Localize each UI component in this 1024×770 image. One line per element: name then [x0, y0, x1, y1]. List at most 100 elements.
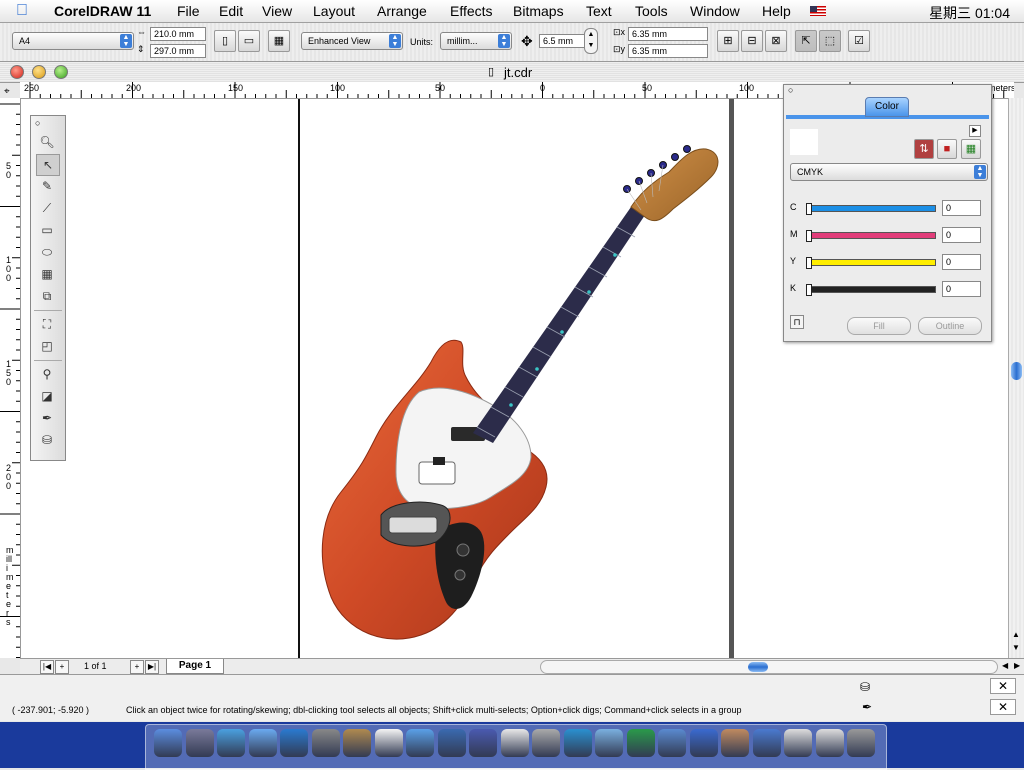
app-icon[interactable] — [752, 729, 781, 757]
menu-layout[interactable]: Layout — [313, 3, 355, 19]
network-folder-icon[interactable] — [658, 729, 686, 757]
outline-button[interactable]: Outline — [918, 317, 982, 335]
addressbook-icon[interactable] — [343, 729, 371, 757]
freehand-tool[interactable]: ✎ — [36, 176, 58, 196]
horizontal-scroll-thumb[interactable] — [748, 662, 768, 672]
menu-view[interactable]: View — [262, 3, 292, 19]
color-sliders-button[interactable]: ⇅ — [914, 139, 934, 159]
view-mode-select[interactable]: Enhanced View ▲ ▼ — [301, 32, 403, 50]
nudge-stepper[interactable]: ▲ ▼ — [584, 28, 598, 54]
snap-objects-button[interactable]: ⊠ — [765, 30, 787, 52]
duplicate-y-field[interactable]: 6.35 mm — [628, 44, 708, 58]
pick-tool[interactable]: ↖ — [36, 154, 60, 176]
paper-height-field[interactable]: 297.0 mm — [150, 44, 206, 58]
shape-tool[interactable]: ⟋ — [36, 198, 58, 218]
docker-menu-arrow-icon[interactable]: ▶ — [969, 125, 981, 137]
options-button[interactable]: ☑ — [848, 30, 870, 52]
sherlock-icon[interactable] — [311, 729, 340, 757]
channel-slider[interactable] — [806, 257, 936, 269]
zoom-tool[interactable]: 🔍︎ — [36, 132, 58, 152]
no-outline-swatch-icon[interactable]: ✕ — [990, 699, 1016, 715]
docker-close-icon[interactable]: ○ — [788, 85, 793, 95]
slider-knob[interactable] — [806, 284, 812, 296]
scroll-up-arrow-icon[interactable]: ▲ — [1012, 630, 1020, 639]
title-bar[interactable]: ▯ jt.cdr — [0, 62, 1024, 83]
menu-edit[interactable]: Edit — [219, 3, 243, 19]
menu-bitmaps[interactable]: Bitmaps — [513, 3, 564, 19]
lock-button[interactable]: ⊓ — [790, 315, 804, 329]
no-fill-swatch-icon[interactable]: ✕ — [990, 678, 1016, 694]
landscape-button[interactable]: ▭ — [238, 30, 260, 52]
vertical-ruler[interactable]: 50 100 150 200 millimeters — [0, 98, 21, 658]
vertical-scrollbar[interactable]: ▲ ▼ — [1008, 98, 1024, 658]
toolbox-close-icon[interactable]: ○ — [35, 118, 40, 128]
coreldraw-icon[interactable] — [626, 729, 655, 757]
paper-size-select[interactable]: A4 ▲ ▼ — [12, 32, 134, 50]
scroll-left-arrow-icon[interactable]: ◀ — [1002, 661, 1008, 670]
menu-text[interactable]: Text — [586, 3, 612, 19]
nudge-field[interactable]: 6.5 mm — [539, 34, 585, 48]
dvd-icon[interactable] — [532, 729, 560, 757]
color-model-select[interactable]: CMYK ▲ ▼ — [790, 163, 988, 181]
interactive-blend-tool[interactable]: ⛶ — [36, 314, 58, 334]
graph-paper-tool[interactable]: ▦ — [36, 264, 58, 284]
menu-clock[interactable]: 星期三 01:04 — [929, 3, 1010, 23]
photo-icon[interactable] — [721, 729, 749, 757]
channel-value-field[interactable]: 0 — [942, 200, 981, 216]
menu-effects[interactable]: Effects — [450, 3, 493, 19]
ichat-icon[interactable] — [217, 729, 245, 757]
add-page-before-button[interactable]: + — [55, 660, 69, 674]
input-menu-flag-icon[interactable] — [810, 6, 826, 16]
channel-value-field[interactable]: 0 — [942, 254, 981, 270]
ellipse-tool[interactable]: ⬭ — [36, 242, 58, 262]
fill-indicator-icon[interactable]: ⛁ — [860, 680, 870, 694]
scroll-right-arrow-icon[interactable]: ▶ — [1014, 661, 1020, 670]
last-page-button[interactable]: ▶| — [145, 660, 159, 674]
duplicate-x-field[interactable]: 6.35 mm — [628, 27, 708, 41]
channel-value-field[interactable]: 0 — [942, 227, 981, 243]
slider-knob[interactable] — [806, 203, 812, 215]
horizontal-scrollbar[interactable] — [540, 660, 998, 674]
units-select[interactable]: millim... ▲ ▼ — [440, 32, 512, 50]
menu-file[interactable]: File — [177, 3, 200, 19]
interactive-transparency-tool[interactable]: ◰ — [36, 336, 58, 356]
zoom-button[interactable] — [54, 65, 68, 79]
add-page-after-button[interactable]: + — [130, 660, 144, 674]
fill-tool[interactable]: ⛁ — [36, 430, 58, 450]
draw-bounding-button[interactable]: ⬚ — [819, 30, 841, 52]
ical-icon[interactable] — [374, 729, 403, 757]
quicktime-icon[interactable] — [563, 729, 592, 757]
treat-as-filled-button[interactable]: ⇱ — [795, 30, 817, 52]
itunes-icon[interactable] — [406, 729, 434, 757]
menu-help[interactable]: Help — [762, 3, 791, 19]
utility-icon[interactable] — [185, 729, 214, 757]
slider-knob[interactable] — [806, 257, 812, 269]
sysprefs-icon[interactable] — [784, 729, 812, 757]
color-palettes-button[interactable]: ▦ — [961, 139, 981, 159]
basic-shapes-tool[interactable]: ⧉ — [36, 286, 58, 306]
app-menu[interactable]: CorelDRAW 11 — [54, 3, 151, 19]
ie-icon[interactable] — [280, 729, 308, 757]
channel-value-field[interactable]: 0 — [942, 281, 981, 297]
page-layout-button[interactable]: ▦ — [268, 30, 290, 52]
apple-menu-icon[interactable]:  — [16, 2, 34, 20]
mail-icon[interactable] — [689, 729, 718, 757]
preview-icon[interactable] — [595, 729, 623, 757]
scroll-down-arrow-icon[interactable]: ▼ — [1012, 643, 1020, 652]
page-tab[interactable]: Page 1 — [166, 659, 224, 674]
close-button[interactable] — [10, 65, 24, 79]
fill-button[interactable]: Fill — [847, 317, 911, 335]
docs-icon[interactable] — [815, 729, 844, 757]
menu-arrange[interactable]: Arrange — [377, 3, 427, 19]
trash-icon[interactable] — [847, 729, 875, 757]
menu-tools[interactable]: Tools — [635, 3, 668, 19]
first-page-button[interactable]: |◀ — [40, 660, 54, 674]
menu-window[interactable]: Window — [690, 3, 740, 19]
channel-slider[interactable] — [806, 203, 936, 215]
color-viewer-button[interactable]: ■ — [937, 139, 957, 159]
textedit-icon[interactable] — [500, 729, 529, 757]
eyedropper-tool[interactable]: ⚲ — [36, 364, 58, 384]
finder-icon[interactable] — [154, 729, 182, 757]
minimize-button[interactable] — [32, 65, 46, 79]
interactive-fill-tool[interactable]: ◪ — [36, 386, 58, 406]
